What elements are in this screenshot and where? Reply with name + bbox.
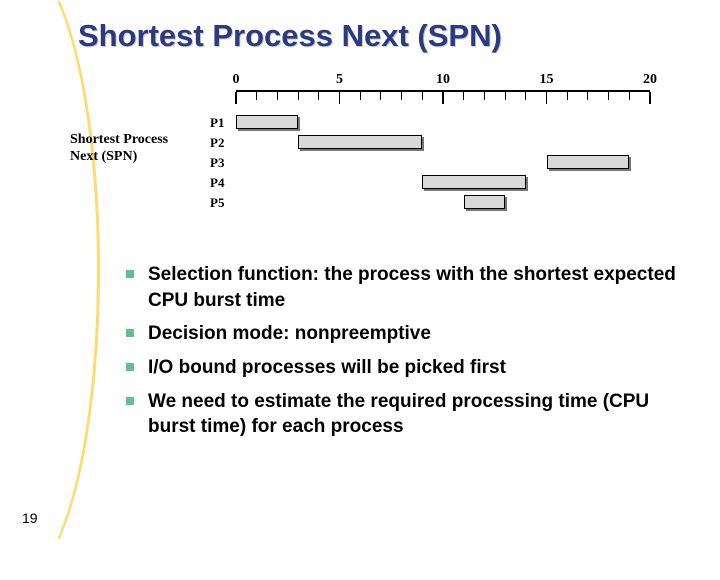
chart-side-label: Shortest Process Next (SPN) <box>70 132 168 166</box>
axis-tick-minor <box>567 92 568 100</box>
gantt-row: P3 <box>210 154 666 174</box>
axis-tick-minor <box>318 92 319 100</box>
axis-tick-minor <box>525 92 526 100</box>
gantt-row: P1 <box>210 114 666 134</box>
gantt-row-label: P1 <box>210 115 224 131</box>
chart-side-label-line1: Shortest Process <box>70 132 168 147</box>
bullet-list: Selection function: the process with the… <box>120 262 690 448</box>
decorative-accent-curve <box>0 0 100 580</box>
axis-tick-minor <box>587 92 588 100</box>
list-item: Selection function: the process with the… <box>120 262 690 313</box>
gantt-bar <box>547 155 630 169</box>
axis-tick-minor <box>422 92 423 100</box>
gantt-bar <box>298 135 422 149</box>
axis-tick-major <box>339 92 341 104</box>
axis-tick-label: 5 <box>336 72 343 88</box>
slide-title: Shortest Process Next (SPN) <box>78 18 502 54</box>
axis-tick-minor <box>380 92 381 100</box>
list-item: We need to estimate the required process… <box>120 389 690 440</box>
axis-tick-minor <box>505 92 506 100</box>
gantt-chart: 05101520 P1P2P3P4P5 <box>236 72 666 234</box>
gantt-row: P5 <box>210 194 666 214</box>
gantt-row-label: P3 <box>210 155 224 171</box>
list-item: Decision mode: nonpreemptive <box>120 321 690 347</box>
axis-tick-minor <box>277 92 278 100</box>
gantt-bar <box>464 195 505 209</box>
gantt-row-label: P4 <box>210 175 224 191</box>
axis-tick-minor <box>463 92 464 100</box>
page-number: 19 <box>22 510 38 526</box>
axis-labels: 0 5 10 15 20 <box>236 72 666 88</box>
axis-tick-major <box>442 92 444 104</box>
axis-tick-label: 20 <box>643 72 657 88</box>
axis-tick-label: 15 <box>540 72 554 88</box>
axis-tick-label: 10 <box>436 72 450 88</box>
axis-tick-major <box>235 92 237 104</box>
axis-tick-major <box>649 92 651 104</box>
gantt-row-label: P5 <box>210 195 224 211</box>
axis-tick-minor <box>360 92 361 100</box>
axis-tick-minor <box>608 92 609 100</box>
chart-side-label-line2: Next (SPN) <box>70 149 137 164</box>
gantt-rows: P1 P2 P3 P4 P5 <box>210 114 666 214</box>
gantt-bar <box>422 175 526 189</box>
axis-tick-minor <box>298 92 299 100</box>
axis-tick-label: 0 <box>233 72 240 88</box>
axis-tick-minor <box>401 92 402 100</box>
axis-tick-major <box>546 92 548 104</box>
gantt-row: P4 <box>210 174 666 194</box>
gantt-row: P2 <box>210 134 666 154</box>
list-item: I/O bound processes will be picked first <box>120 355 690 381</box>
axis-tick-minor <box>484 92 485 100</box>
axis-tick-minor <box>629 92 630 100</box>
gantt-row-label: P2 <box>210 135 224 151</box>
gantt-bar <box>236 115 298 129</box>
axis-tick-minor <box>256 92 257 100</box>
